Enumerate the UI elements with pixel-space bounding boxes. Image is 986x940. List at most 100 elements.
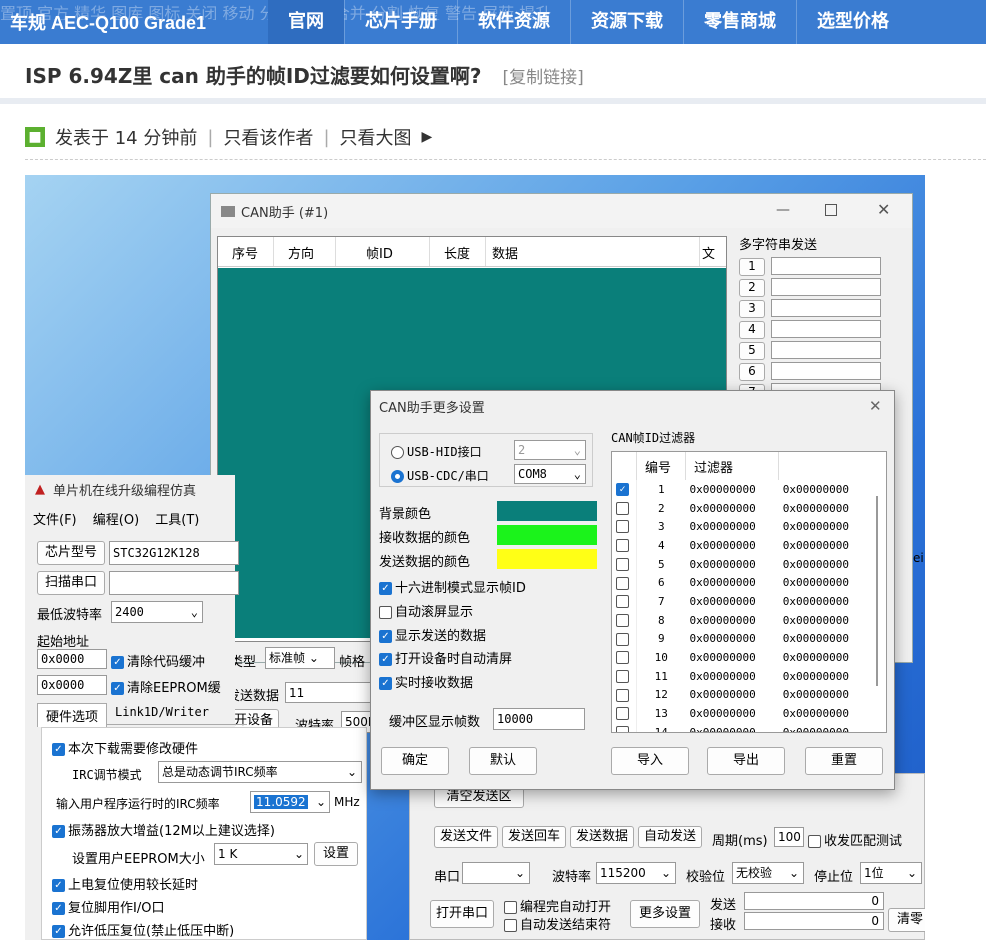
default-button[interactable]: 默认 (469, 747, 537, 775)
multi-send-button[interactable]: 3 (739, 300, 765, 318)
col-length[interactable]: 长度 (430, 237, 486, 266)
filter-row[interactable]: 13 0x00000000 0x00000000 (612, 704, 872, 723)
filter-row-checkbox[interactable]: ✓ (612, 480, 637, 499)
filter-row-checkbox[interactable] (612, 592, 637, 611)
modify-hw-checkbox[interactable]: ✓ 本次下载需要修改硬件 (52, 738, 198, 757)
tab-hardware[interactable]: 硬件选项 (37, 703, 108, 727)
scan-port-button[interactable]: 扫描串口 (37, 571, 105, 595)
nav-item-downloads[interactable]: 资源下载 (570, 0, 683, 44)
col-data[interactable]: 数据 (486, 237, 700, 266)
min-baud-select[interactable]: 2400 ⌄ (111, 601, 203, 623)
more-settings-button[interactable]: 更多设置 (630, 900, 700, 928)
filter-row[interactable]: 11 0x00000000 0x00000000 (612, 666, 872, 686)
menu-file[interactable]: 文件(F) (33, 513, 77, 528)
port-select[interactable]: ⌄ (462, 862, 530, 884)
opt-hex-id[interactable]: ✓ 十六进制模式显示帧ID (379, 577, 526, 596)
import-button[interactable]: 导入 (611, 747, 689, 775)
filter-row[interactable]: 9 0x00000000 0x00000000 (612, 629, 872, 649)
filter-row-checkbox[interactable] (612, 536, 637, 555)
chip-model-button[interactable]: 芯片型号 (37, 541, 105, 565)
send-file-button[interactable]: 发送文件 (434, 826, 498, 848)
eeprom-size-select[interactable]: 1 K ⌄ (214, 843, 308, 865)
period-input[interactable]: 100 (774, 827, 804, 847)
chip-model-input[interactable]: STC32G12K128 (109, 541, 239, 565)
filter-row[interactable]: 14 0x00000000 0x00000000 (612, 722, 872, 732)
opt-realtime-recv[interactable]: ✓ 实时接收数据 (379, 672, 473, 691)
filter-row-checkbox[interactable] (612, 554, 637, 574)
multi-send-button[interactable]: 2 (739, 279, 765, 297)
filter-row[interactable]: 7 0x00000000 0x00000000 (612, 592, 872, 611)
clear-zero-button[interactable]: 清零 (888, 908, 925, 932)
filter-row-checkbox[interactable] (612, 648, 637, 667)
nav-item-pricing[interactable]: 选型价格 (796, 0, 909, 44)
send-cr-button[interactable]: 发送回车 (502, 826, 566, 848)
usb-hid-select[interactable]: 2 ⌄ (514, 440, 586, 460)
col-frame-id[interactable]: 帧ID (336, 237, 430, 266)
irc-mode-select[interactable]: 总是动态调节IRC频率 ⌄ (158, 761, 362, 783)
filter-row[interactable]: 6 0x00000000 0x00000000 (612, 573, 872, 593)
filter-row[interactable]: 10 0x00000000 0x00000000 (612, 648, 872, 667)
multi-send-button[interactable]: 5 (739, 342, 765, 360)
auto-send-button[interactable]: 自动发送 (638, 826, 702, 848)
tab-link1d[interactable]: Link1D/Writer (115, 705, 209, 719)
send-color-swatch[interactable] (497, 549, 597, 569)
nav-item-official[interactable]: 官网 (268, 0, 344, 44)
power-reset-checkbox[interactable]: ✓ 上电复位使用较长延时 (52, 874, 198, 893)
filter-row-checkbox[interactable] (612, 722, 637, 732)
multi-send-input[interactable] (771, 341, 881, 359)
filter-row[interactable]: ✓ 1 0x00000000 0x00000000 (612, 480, 872, 499)
bg-color-swatch[interactable] (497, 501, 597, 521)
serial-baud-select[interactable]: 115200 ⌄ (596, 862, 676, 884)
filter-row-checkbox[interactable] (612, 517, 637, 537)
nav-item-shop[interactable]: 零售商城 (683, 0, 796, 44)
start-addr-1[interactable]: 0x0000 (37, 649, 107, 669)
opt-show-sent[interactable]: ✓ 显示发送的数据 (379, 625, 486, 644)
minimize-icon[interactable]: — (776, 202, 790, 218)
filter-row[interactable]: 12 0x00000000 0x00000000 (612, 685, 872, 705)
filter-col-filter[interactable]: 过滤器 (685, 452, 780, 480)
col-dir[interactable]: 方向 (274, 237, 336, 266)
opt-auto-clear[interactable]: ✓ 打开设备时自动清屏 (379, 648, 512, 667)
multi-send-input[interactable] (771, 362, 881, 380)
multi-send-button[interactable]: 1 (739, 258, 765, 276)
play-arrow-icon[interactable]: ▶ (422, 129, 433, 145)
usb-cdc-select[interactable]: COM8 ⌄ (514, 464, 586, 484)
multi-send-button[interactable]: 4 (739, 321, 765, 339)
filter-row-checkbox[interactable] (612, 685, 637, 705)
filter-row[interactable]: 5 0x00000000 0x00000000 (612, 554, 872, 574)
filter-row[interactable]: 4 0x00000000 0x00000000 (612, 536, 872, 555)
multi-send-input[interactable] (771, 278, 881, 296)
col-seq[interactable]: 序号 (218, 237, 274, 266)
post-image[interactable]: CAN助手 (#1) — ✕ 序号 方向 帧ID 长度 数据 文本 多字符串发送… (25, 175, 925, 940)
port-input[interactable] (109, 571, 239, 595)
menu-tools[interactable]: 工具(T) (155, 513, 199, 528)
copy-link[interactable]: [复制链接] (502, 68, 583, 88)
auto-open-checkbox[interactable]: 编程完自动打开 (504, 896, 611, 915)
filter-row-checkbox[interactable] (612, 666, 637, 686)
filter-row[interactable]: 8 0x00000000 0x00000000 (612, 610, 872, 630)
usb-hid-radio[interactable]: USB-HID接口 (391, 443, 482, 460)
parity-select[interactable]: 无校验 ⌄ (732, 862, 804, 884)
usb-cdc-radio[interactable]: USB-CDC/串口 (391, 467, 489, 484)
frame-type-select[interactable]: 标准帧 ⌄ (265, 647, 335, 669)
export-button[interactable]: 导出 (707, 747, 785, 775)
close-icon[interactable]: ✕ (869, 397, 882, 415)
filter-col-number[interactable]: 编号 (636, 452, 686, 480)
opt-autoscroll[interactable]: 自动滚屏显示 (379, 601, 473, 620)
reset-io-checkbox[interactable]: ✓ 复位脚用作I/O口 (52, 897, 164, 916)
low-volt-checkbox[interactable]: ✓ 允许低压复位(禁止低压中断) (52, 920, 234, 939)
multi-send-input[interactable] (771, 320, 881, 338)
buffer-input[interactable]: 10000 (493, 708, 585, 730)
filter-row[interactable]: 3 0x00000000 0x00000000 (612, 517, 872, 537)
recv-match-checkbox[interactable]: 收发匹配测试 (808, 830, 902, 849)
only-big-image-link[interactable]: 只看大图 (340, 124, 412, 150)
recv-color-swatch[interactable] (497, 525, 597, 545)
ok-button[interactable]: 确定 (381, 747, 449, 775)
irc-freq-select[interactable]: 11.0592 ⌄ (250, 791, 330, 813)
close-icon[interactable]: ✕ (877, 200, 890, 219)
filter-row-checkbox[interactable] (612, 573, 637, 593)
multi-send-input[interactable] (771, 299, 881, 317)
filter-col-mask[interactable] (779, 452, 872, 480)
filter-scrollbar[interactable] (876, 496, 878, 686)
open-port-button[interactable]: 打开串口 (430, 900, 494, 928)
